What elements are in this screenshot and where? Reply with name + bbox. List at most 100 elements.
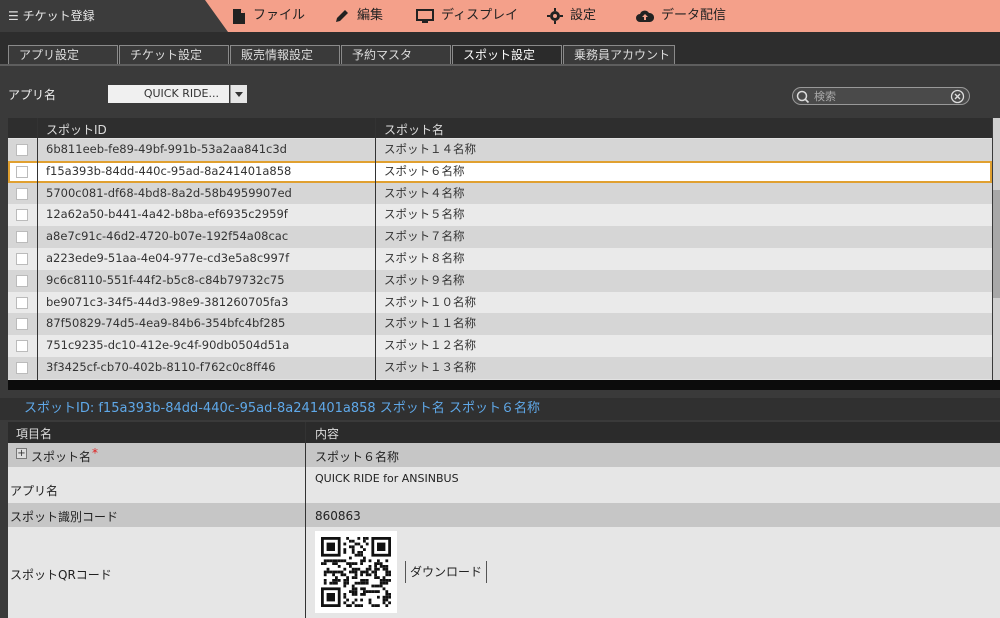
qr-module <box>351 584 355 588</box>
table-row[interactable]: f15a393b-84dd-440c-95ad-8a241401a858 スポット… <box>8 160 992 183</box>
tab-app-settings[interactable]: アプリ設定 <box>8 45 118 64</box>
qr-module <box>357 553 361 557</box>
qr-module <box>323 579 327 582</box>
qr-module <box>351 576 355 579</box>
clear-search-icon[interactable] <box>950 89 965 104</box>
qr-module <box>374 562 377 565</box>
menu-file[interactable]: ファイル <box>232 0 305 32</box>
row-checkbox[interactable] <box>16 144 28 156</box>
download-button[interactable]: ダウンロード <box>405 561 488 583</box>
qr-module <box>354 573 358 577</box>
detail-column-item: 項目名 <box>16 427 53 441</box>
row-checkbox[interactable] <box>16 296 28 309</box>
dropdown-button[interactable] <box>230 85 247 103</box>
row-checkbox[interactable] <box>16 253 28 265</box>
menu-settings[interactable]: 設定 <box>547 0 596 32</box>
qr-module <box>354 604 358 607</box>
qr-module <box>374 570 377 574</box>
qr-module <box>385 593 389 596</box>
qr-module <box>346 598 349 602</box>
qr-module <box>368 559 372 563</box>
table-row[interactable]: 6b811eeb-fe89-49bf-991b-53a2aa841c3d スポット… <box>8 139 992 161</box>
tab-ticket-settings[interactable]: チケット設定 <box>119 45 229 64</box>
qr-module <box>357 567 361 571</box>
qr-module <box>365 567 369 571</box>
table-row[interactable]: be9071c3-34f5-44d3-98e9-381260705fa3 スポット… <box>8 291 992 314</box>
cell-spot-id: 6b811eeb-fe89-49bf-991b-53a2aa841c3d <box>46 142 287 156</box>
row-checkbox[interactable] <box>16 231 28 244</box>
field-label-qr: スポットQRコード <box>10 568 112 582</box>
tab-reservation-master[interactable]: 予約マスタ <box>341 45 451 64</box>
grid-header <box>8 118 992 138</box>
hamburger-icon[interactable]: ☰ <box>8 9 23 23</box>
qr-module <box>332 579 335 582</box>
expand-icon[interactable]: + <box>16 448 27 459</box>
qr-module <box>360 559 363 563</box>
qr-module <box>360 581 363 585</box>
app-name-select[interactable]: QUICK RIDE... <box>108 85 229 103</box>
qr-module <box>360 545 363 549</box>
qr-code-image <box>315 531 397 613</box>
qr-module <box>377 595 380 599</box>
app-title-tab[interactable]: ☰ チケット登録 <box>0 0 228 32</box>
menu-edit[interactable]: 編集 <box>334 0 383 32</box>
qr-module <box>349 604 352 607</box>
menu-settings-label: 設定 <box>570 8 597 23</box>
field-label-spot-code: スポット識別コード <box>10 510 119 524</box>
menu-display[interactable]: ディスプレイ <box>416 0 518 32</box>
qr-module <box>357 581 361 585</box>
qr-module <box>332 559 335 563</box>
qr-module <box>388 593 391 596</box>
cell-spot-id: 751c9235-dc10-412e-9c4f-90db0504d51a <box>46 338 290 353</box>
column-spot-name[interactable]: スポット名 <box>384 121 444 138</box>
column-spot-id[interactable]: スポットID <box>46 121 107 138</box>
table-row[interactable]: 12a62a50-b441-4a42-b8ba-ef6935c2959f スポット… <box>8 204 992 227</box>
qr-module <box>379 581 383 585</box>
qr-module <box>377 559 380 563</box>
table-row[interactable]: 87f50829-74d5-4ea9-84b6-354bfc4bf285 スポット… <box>8 313 992 336</box>
detail-table-header <box>8 422 1000 443</box>
table-row[interactable]: 3f3425cf-cb70-402b-8110-f762c0c8ff46 スポット… <box>8 357 992 379</box>
qr-module <box>377 604 380 607</box>
table-row[interactable]: a223ede9-51aa-4e04-977e-cd3e5a8c997f スポット… <box>8 248 992 270</box>
qr-module <box>368 573 372 577</box>
qr-module <box>354 581 358 585</box>
table-row[interactable]: 751c9235-dc10-412e-9c4f-90db0504d51a スポット… <box>8 335 992 357</box>
qr-module <box>385 598 389 602</box>
qr-module <box>360 551 363 554</box>
qr-module <box>326 570 330 574</box>
row-checkbox[interactable] <box>16 318 28 331</box>
scrollbar-thumb[interactable] <box>993 190 1000 298</box>
menu-data-delivery[interactable]: データ配信 <box>636 0 726 32</box>
field-value-spot-name[interactable]: スポット６名称 <box>315 448 399 465</box>
qr-module <box>337 559 341 563</box>
tab-sales-settings[interactable]: 販売情報設定 <box>230 45 340 64</box>
row-checkbox[interactable] <box>16 274 28 287</box>
cell-spot-name: スポット４名称 <box>384 185 465 200</box>
row-checkbox[interactable] <box>16 165 28 178</box>
row-checkbox[interactable] <box>16 362 28 374</box>
row-checkbox[interactable] <box>16 187 28 200</box>
field-label-app-name: アプリ名 <box>10 484 59 498</box>
qr-module <box>382 579 386 582</box>
qr-module <box>360 579 363 582</box>
cell-spot-name: スポット１３名称 <box>384 360 476 374</box>
column-separator <box>37 118 38 380</box>
qr-module <box>329 559 333 563</box>
menu-display-label: ディスプレイ <box>441 8 519 23</box>
table-row[interactable]: a8e7c91c-46d2-4720-b07e-192f54a08cac スポット… <box>8 226 992 248</box>
tab-spot-settings[interactable]: スポット設定 <box>452 45 562 64</box>
qr-module <box>343 573 347 577</box>
table-row[interactable]: 5700c081-df68-4bd8-8a2d-58b4959907ed スポット… <box>8 182 992 205</box>
qr-module <box>382 601 386 605</box>
qr-module <box>337 565 341 568</box>
tab-crew-account[interactable]: 乗務員アカウント <box>563 45 675 64</box>
qr-module <box>335 581 338 585</box>
table-row[interactable]: 9c6c8110-551f-44f2-b5c8-c84b79732c75 スポット… <box>8 269 992 292</box>
qr-module <box>382 587 386 591</box>
qr-module <box>337 570 341 574</box>
qr-module <box>363 587 366 591</box>
menu-data-label: データ配信 <box>661 8 727 23</box>
row-checkbox[interactable] <box>16 340 28 353</box>
row-checkbox[interactable] <box>16 209 28 222</box>
